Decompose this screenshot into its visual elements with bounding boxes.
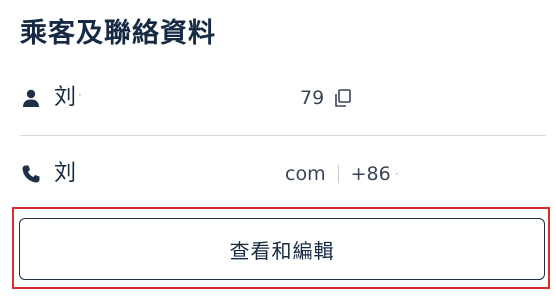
section-title: 乘客及聯絡資料 bbox=[20, 18, 216, 49]
passenger-contact-section: 乘客及聯絡資料 刘 · 79 刘 com +86 · 查看和編輯 bbox=[0, 0, 556, 301]
passenger-row: 刘 · bbox=[20, 78, 546, 118]
contact-details: com +86 · bbox=[285, 162, 399, 186]
contact-row: 刘 bbox=[20, 154, 546, 194]
copy-icon[interactable] bbox=[334, 89, 352, 107]
contact-separator bbox=[337, 165, 339, 183]
phone-icon bbox=[20, 163, 42, 185]
contact-email: com bbox=[285, 163, 326, 185]
person-icon bbox=[20, 87, 42, 109]
row-divider bbox=[20, 135, 546, 136]
passenger-id-number: 79 bbox=[300, 86, 352, 110]
passenger-name: 刘 bbox=[54, 85, 77, 110]
contact-phone: +86 bbox=[350, 163, 391, 185]
passenger-id-value: 79 bbox=[300, 87, 325, 109]
passenger-name-masked: · bbox=[78, 88, 82, 102]
contact-name: 刘 bbox=[54, 161, 77, 186]
contact-phone-masked: · bbox=[394, 167, 399, 181]
view-edit-button[interactable]: 查看和編輯 bbox=[19, 218, 545, 280]
